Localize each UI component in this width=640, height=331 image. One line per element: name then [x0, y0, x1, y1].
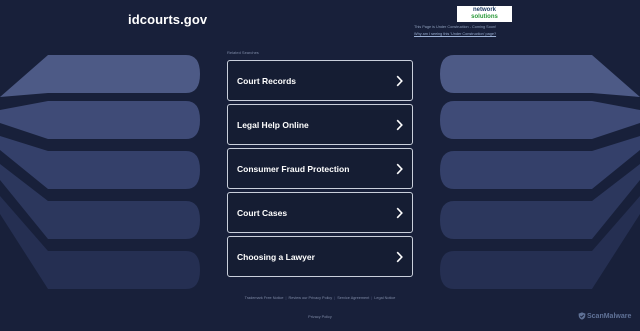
search-link-court-records[interactable]: Court Records	[227, 60, 413, 101]
related-searches-label: Related Searches	[227, 50, 259, 55]
search-link-label: Court Cases	[237, 207, 288, 218]
footer-links: Trademark Free Notice | Review our Priva…	[227, 296, 413, 300]
construction-notice: This Page is Under Construction - Coming…	[414, 24, 496, 38]
search-link-legal-help-online[interactable]: Legal Help Online	[227, 104, 413, 145]
construction-notice-text: This Page is Under Construction - Coming…	[414, 25, 497, 29]
related-searches-list: Court Records Legal Help Online Consumer…	[227, 60, 413, 280]
chevron-right-icon	[396, 163, 403, 174]
footer-link-legal-notice[interactable]: Legal Notice	[372, 296, 397, 300]
search-link-label: Legal Help Online	[237, 119, 309, 130]
search-link-court-cases[interactable]: Court Cases	[227, 192, 413, 233]
network-solutions-logo[interactable]: network solutions	[457, 6, 512, 22]
search-link-consumer-fraud-protection[interactable]: Consumer Fraud Protection	[227, 148, 413, 189]
search-link-label: Court Records	[237, 75, 297, 86]
left-band-1	[0, 55, 200, 97]
construction-notice-link[interactable]: Why am I seeing this 'Under Construction…	[414, 31, 496, 38]
search-link-label: Choosing a Lawyer	[237, 251, 315, 262]
right-band-3	[440, 136, 640, 189]
footer-link-privacy-review[interactable]: Review our Privacy Policy	[287, 296, 335, 300]
chevron-right-icon	[396, 207, 403, 218]
right-band-2	[440, 101, 640, 139]
left-band-3	[0, 136, 200, 189]
logo-line-solutions: solutions	[471, 14, 498, 20]
scanmalware-label: ScanMalware	[587, 312, 632, 320]
chevron-right-icon	[396, 75, 403, 86]
search-link-label: Consumer Fraud Protection	[237, 163, 350, 174]
footer-link-service-agreement[interactable]: Service Agreement	[335, 296, 371, 300]
shield-icon	[578, 312, 586, 320]
footer-link-trademark[interactable]: Trademark Free Notice	[243, 296, 286, 300]
privacy-policy-link[interactable]: Privacy Policy	[0, 315, 640, 319]
chevron-right-icon	[396, 251, 403, 262]
left-band-2	[0, 101, 200, 139]
logo-line-network: network	[472, 7, 496, 13]
search-link-choosing-a-lawyer[interactable]: Choosing a Lawyer	[227, 236, 413, 277]
scanmalware-badge[interactable]: ScanMalware	[578, 312, 631, 320]
site-domain-title: idcourts.gov	[128, 12, 208, 27]
right-band-1	[440, 55, 640, 97]
chevron-right-icon	[396, 119, 403, 130]
